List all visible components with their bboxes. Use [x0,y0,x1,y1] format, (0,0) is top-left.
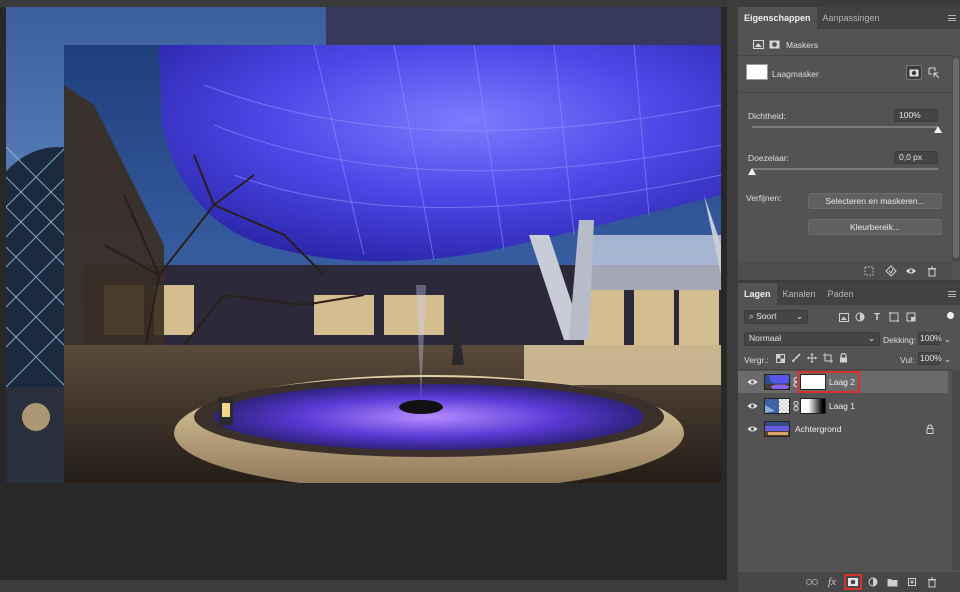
fill-input[interactable]: 100% [918,352,942,365]
tab-properties[interactable]: Eigenschappen [738,7,817,29]
visibility-eye-icon[interactable] [747,378,758,386]
density-label: Dichtheid: [748,111,786,121]
delete-mask-icon[interactable] [924,263,940,279]
canvas-top-strip [0,0,727,7]
layer-filter-kind-select[interactable]: ⌕ Soort ⌄ [744,310,808,324]
properties-panel-menu[interactable] [944,7,960,29]
filter-kind-value: Soort [756,311,777,321]
blend-mode-value: Normaal [749,333,782,343]
filter-pixel-icon[interactable] [836,309,852,325]
layers-action-bar: fx [738,572,960,592]
layer-style-fx-icon[interactable]: fx [824,574,840,590]
feather-slider-knob[interactable] [748,168,756,175]
lock-image-pixels-brush-icon[interactable] [788,350,804,366]
mask-icon [909,69,919,76]
panel-menu-icon [948,15,956,21]
properties-tabbar: Eigenschappen Aanpassingen [738,7,960,29]
filter-type-icon[interactable]: T [869,309,885,325]
layers-scrollbar[interactable] [952,370,960,570]
tab-adjustments[interactable]: Aanpassingen [817,7,886,29]
divider [738,55,952,56]
divider [738,92,952,93]
document-canvas-area[interactable] [0,0,727,592]
filter-smart-object-icon[interactable] [903,309,919,325]
masks-section-label: Maskers [786,40,819,50]
active-layer-photo[interactable] [64,45,721,483]
filter-toggle-icon[interactable] [947,312,954,319]
layer-name[interactable]: Achtergrond [795,418,841,440]
lock-all-icon[interactable] [835,350,851,366]
lock-icon [926,424,934,434]
canvas-upper-strip [326,7,721,45]
properties-footer [738,262,952,280]
layer-row-laag-1[interactable]: Laag 1 [738,395,948,417]
chevron-down-icon[interactable]: ⌄ [944,334,951,345]
visibility-eye-icon[interactable] [747,402,758,410]
layer-mask-thumbnail-gradient[interactable] [800,398,826,414]
tab-layers[interactable]: Lagen [738,283,777,305]
tab-paths[interactable]: Paden [822,283,860,305]
apply-mask-icon[interactable] [883,263,899,279]
add-mask-icon [848,578,858,586]
highlight-box-mask-and-name [797,371,860,393]
properties-scrollbar[interactable] [952,56,960,262]
layer-thumbnail [764,398,790,414]
disable-mask-eye-icon[interactable] [903,263,919,279]
chevron-down-icon: ⌄ [795,311,803,321]
layers-panel-menu[interactable] [944,283,960,305]
panel-top-strip [738,0,960,7]
properties-scrollbar-thumb[interactable] [953,58,959,258]
lock-transparent-pixels-icon[interactable] [772,350,788,366]
feather-label: Doezelaar: [748,153,790,163]
right-panel-dock: Eigenschappen Aanpassingen Maskers Laagm… [738,0,960,592]
opacity-label: Dekking: [883,335,917,345]
opacity-input[interactable]: 100% [918,332,942,345]
pixel-mask-icon[interactable] [750,36,766,52]
blend-mode-select[interactable]: Normaal ⌄ [744,332,880,346]
panel-gutter [727,0,738,592]
filter-shape-icon[interactable] [886,309,902,325]
density-slider-knob[interactable] [934,126,942,133]
chevron-down-icon: ⌄ [867,333,875,343]
feather-input[interactable]: 0,0 px [894,151,938,164]
divider [738,369,952,370]
building-fountain-illustration [64,45,721,483]
lock-position-move-icon[interactable] [804,350,820,366]
panel-menu-icon [948,291,956,297]
link-layers-icon[interactable] [804,574,820,590]
fill-label: Vul: [900,355,915,365]
lock-label: Vergr.: [744,355,769,365]
feather-slider-track[interactable] [752,168,938,170]
load-selection-icon[interactable] [861,263,877,279]
layer-mask-label: Laagmasker [772,69,819,79]
layers-tabbar: Lagen Kanalen Paden [738,283,960,305]
layer-name[interactable]: Laag 1 [829,395,855,417]
density-input[interactable]: 100% [894,109,938,122]
new-group-folder-icon[interactable] [884,574,900,590]
visibility-eye-icon[interactable] [747,425,758,433]
select-and-mask-button[interactable]: Selecteren en maskeren... [808,193,942,209]
add-vector-mask-icon[interactable] [926,65,942,81]
adjustment-layer-icon[interactable] [865,574,881,590]
layer-mask-thumbnail[interactable] [746,64,768,80]
layer-thumbnail [764,374,790,390]
new-layer-icon[interactable] [904,574,920,590]
chevron-down-icon[interactable]: ⌄ [944,354,951,365]
canvas-bottom-bar [0,580,727,592]
layer-row-achtergrond[interactable]: Achtergrond [738,418,948,440]
mask-link-chain-icon[interactable] [793,401,799,411]
tab-channels[interactable]: Kanalen [777,283,822,305]
add-layer-mask-button[interactable] [844,574,862,590]
color-range-button[interactable]: Kleurbereik... [808,219,942,235]
refine-label: Verfijnen: [746,193,782,203]
density-slider-track[interactable] [752,126,938,128]
delete-layer-trash-icon[interactable] [924,574,940,590]
select-layer-mask-button[interactable] [906,65,922,80]
filter-adjustment-icon[interactable] [852,309,868,325]
layer-thumbnail [764,421,790,437]
vector-mask-icon[interactable] [766,36,782,52]
lock-artboard-icon[interactable] [820,350,836,366]
